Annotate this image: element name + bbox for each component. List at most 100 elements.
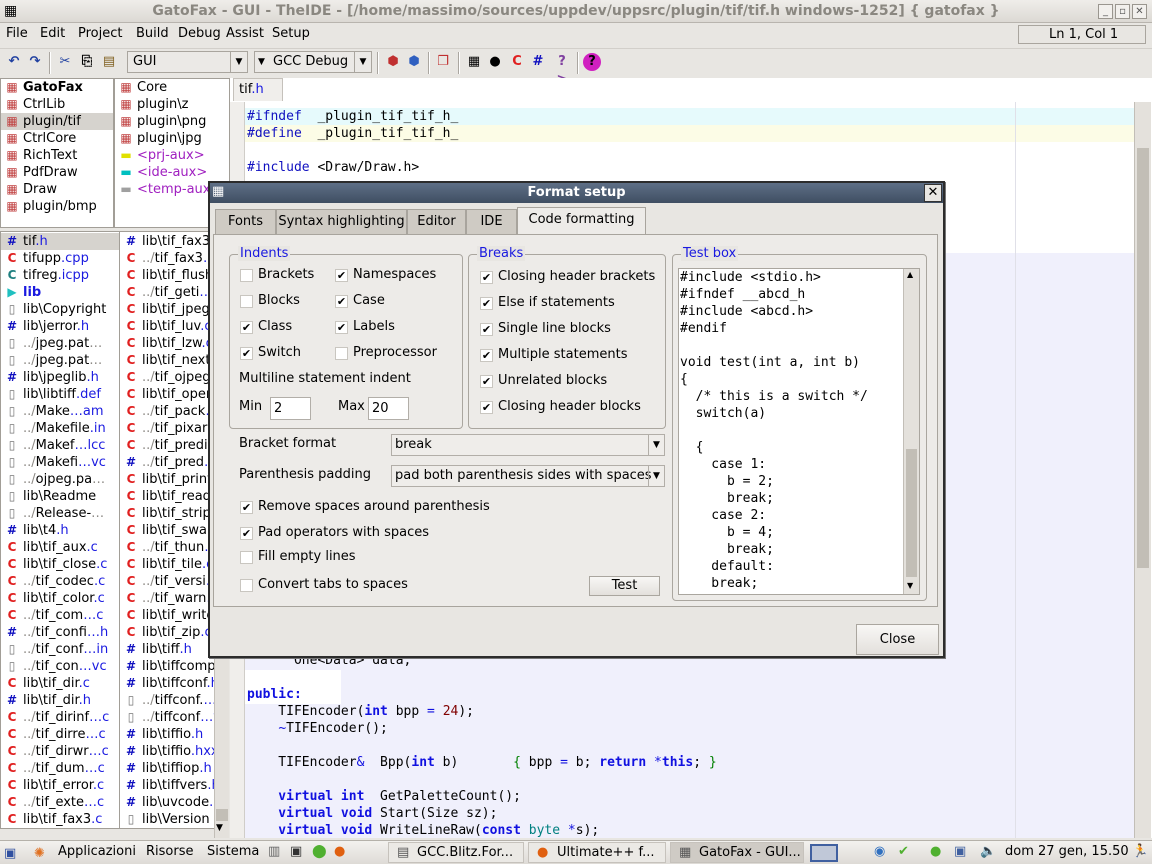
package-item[interactable]: ▦ plugin/bmp bbox=[1, 198, 113, 215]
close-window-button[interactable]: ✕ bbox=[1132, 4, 1147, 19]
package-item[interactable]: ▬ <ide-aux> bbox=[115, 164, 229, 181]
tab-fonts[interactable]: Fonts bbox=[215, 209, 276, 234]
indent-preprocessor-checkbox[interactable] bbox=[335, 347, 348, 360]
file-item[interactable]: C ../tif_dirre…c bbox=[1, 726, 119, 743]
break-0-checkbox[interactable]: ✔ bbox=[480, 271, 493, 284]
bomb-icon[interactable]: ● bbox=[486, 53, 504, 71]
file-item[interactable]: ▯ ../jpeg.pat… bbox=[1, 335, 119, 352]
undo-icon[interactable]: ↶ bbox=[5, 53, 23, 71]
windows-icon[interactable]: ❐ bbox=[434, 53, 452, 71]
file-item[interactable]: C../tif_fax3…c bbox=[120, 250, 214, 267]
break-3-checkbox[interactable]: ✔ bbox=[480, 349, 493, 362]
file-item[interactable]: # lib\t4.h bbox=[1, 522, 119, 539]
firefox-icon[interactable]: ● bbox=[334, 841, 345, 862]
indent-brackets-checkbox[interactable] bbox=[240, 269, 253, 282]
file-item[interactable]: Clib\tif_error.c bbox=[1, 777, 119, 794]
taskbar-window-button[interactable]: ● Ultimate++ f... bbox=[528, 842, 666, 863]
file-item[interactable]: ▶ lib bbox=[1, 284, 119, 301]
file-item[interactable]: C../tif_predi…c bbox=[120, 437, 214, 454]
file-item[interactable]: # lib\tiffio.h bbox=[120, 726, 214, 743]
option-2-checkbox[interactable] bbox=[240, 551, 253, 564]
header-file-icon[interactable]: # bbox=[529, 53, 547, 71]
rebuild-icon[interactable]: ⬢ bbox=[405, 53, 423, 71]
indent-case-checkbox[interactable]: ✔ bbox=[335, 295, 348, 308]
scroll-down-icon[interactable]: ▼ bbox=[216, 823, 223, 833]
file-item[interactable]: C ../tif_exte…c bbox=[1, 794, 119, 811]
file-item[interactable]: ▯ ../jpeg.pat… bbox=[1, 352, 119, 369]
file-item[interactable]: C../tif_thun…c bbox=[120, 539, 214, 556]
tab-code-formatting[interactable]: Code formatting bbox=[517, 207, 646, 235]
file-item[interactable]: C ../tif_com…c bbox=[1, 607, 119, 624]
test-button[interactable]: Test bbox=[589, 576, 660, 596]
tab-syntax-highlighting[interactable]: Syntax highlighting bbox=[276, 209, 407, 234]
file-item[interactable]: ▯ ../Makefi…vc bbox=[1, 454, 119, 471]
file-item[interactable]: Clib\tif_zip.c bbox=[120, 624, 214, 641]
file-item[interactable]: C../tif_warn…c bbox=[120, 590, 214, 607]
file-item[interactable]: Clib\tif_luv.c bbox=[120, 318, 214, 335]
file-item[interactable]: ▯ ../Makef…lcc bbox=[1, 437, 119, 454]
tab-editor[interactable]: Editor bbox=[407, 209, 466, 234]
file-item[interactable]: C../tif_versi…c bbox=[120, 573, 214, 590]
file-item[interactable]: C../tif_ojpeg.c bbox=[120, 369, 214, 386]
file-item[interactable]: Clib\tif_dir.c bbox=[1, 675, 119, 692]
file-item[interactable]: ▯ ../Release-… bbox=[1, 505, 119, 522]
file-item[interactable]: ▯ lib\Copyright bbox=[1, 301, 119, 318]
editor-scrollbar[interactable] bbox=[1134, 102, 1151, 838]
workspace-switcher[interactable] bbox=[810, 844, 838, 862]
package-item[interactable]: ▦ plugin\png bbox=[115, 113, 229, 130]
file-item[interactable]: # lib\jpeglib.h bbox=[1, 369, 119, 386]
file-item[interactable]: ▯ ../tif_conf…in bbox=[1, 641, 119, 658]
home-folder-icon[interactable]: ▥ bbox=[268, 841, 280, 862]
file-item[interactable]: ▯ ../ojpeg.pa… bbox=[1, 471, 119, 488]
package-item[interactable]: ▦ plugin/tif bbox=[1, 113, 113, 130]
menu-assist[interactable]: Assist bbox=[226, 26, 264, 41]
file-item[interactable]: ▯ lib\libtiff.def bbox=[1, 386, 119, 403]
paste-icon[interactable]: ▤ bbox=[100, 53, 118, 71]
file-item[interactable]: C ../tif_dum…c bbox=[1, 760, 119, 777]
c-file-icon[interactable]: C bbox=[508, 53, 526, 71]
file-item[interactable]: ▯ lib\Version bbox=[120, 811, 214, 828]
option-1-checkbox[interactable]: ✔ bbox=[240, 527, 253, 540]
file-item[interactable]: # tif.h bbox=[1, 233, 119, 250]
menu-project[interactable]: Project bbox=[78, 26, 122, 41]
file-item[interactable]: Clib\tif_jpeg.c bbox=[120, 301, 214, 318]
break-2-checkbox[interactable]: ✔ bbox=[480, 323, 493, 336]
min-indent-input[interactable]: 2 bbox=[270, 397, 311, 420]
scroll-thumb[interactable] bbox=[1137, 148, 1149, 568]
volume-icon[interactable]: 🔈 bbox=[980, 841, 996, 862]
file-item[interactable]: C../tif_geti…c bbox=[120, 284, 214, 301]
indent-switch-checkbox[interactable]: ✔ bbox=[240, 347, 253, 360]
menu-edit[interactable]: Edit bbox=[40, 26, 65, 41]
file-item[interactable]: #lib\tif_fax3.h bbox=[120, 233, 214, 250]
menu-setup[interactable]: Setup bbox=[272, 26, 310, 41]
test-box-scrollbar[interactable]: ▲ ▼ bbox=[903, 269, 919, 594]
file-item[interactable]: # lib\tiff.h bbox=[120, 641, 214, 658]
file-item[interactable]: # lib\tif_dir.h bbox=[1, 692, 119, 709]
network-status-icon[interactable]: ● bbox=[930, 841, 941, 862]
break-1-checkbox[interactable]: ✔ bbox=[480, 297, 493, 310]
file-item[interactable]: Clib\tif_flush.c bbox=[120, 267, 214, 284]
menu-file[interactable]: File bbox=[6, 26, 28, 41]
package-item[interactable]: ▦ RichText bbox=[1, 147, 113, 164]
test-box-textarea[interactable]: #include <stdio.h> #ifndef __abcd_h #inc… bbox=[678, 268, 920, 595]
taskbar-menu-risorse[interactable]: Risorse bbox=[146, 841, 194, 862]
package-item[interactable]: ▦ CtrlLib bbox=[1, 96, 113, 113]
package-item[interactable]: ▦ Draw bbox=[1, 181, 113, 198]
file-item[interactable]: ▯ lib\Readme bbox=[1, 488, 119, 505]
chat-icon[interactable]: ◉ bbox=[874, 841, 885, 862]
file-item[interactable]: # lib\tiffio.hxx bbox=[120, 743, 214, 760]
file-item[interactable]: Clib\tif_print.c bbox=[120, 471, 214, 488]
file-item[interactable]: ▯ ../Make…am bbox=[1, 403, 119, 420]
file-item[interactable]: C../tif_pack…c bbox=[120, 403, 214, 420]
main-config-select[interactable]: GUI ▼ bbox=[127, 51, 248, 73]
close-button[interactable]: Close bbox=[856, 624, 939, 655]
file-item[interactable]: Clib\tif_color.c bbox=[1, 590, 119, 607]
taskbar-window-button[interactable]: ▤ GCC.Blitz.For... bbox=[388, 842, 524, 863]
file-item[interactable]: Clib\tif_tile.c bbox=[120, 556, 214, 573]
file-item[interactable]: Clib\tif_open.c bbox=[120, 386, 214, 403]
tab-ide[interactable]: IDE bbox=[466, 209, 517, 234]
file-item[interactable]: Clib\tif_swab.c bbox=[120, 522, 214, 539]
query-icon[interactable]: ?> bbox=[553, 53, 571, 87]
copy-icon[interactable]: ⎘ bbox=[78, 53, 96, 71]
file-item[interactable]: Clib\tif_write.c bbox=[120, 607, 214, 624]
